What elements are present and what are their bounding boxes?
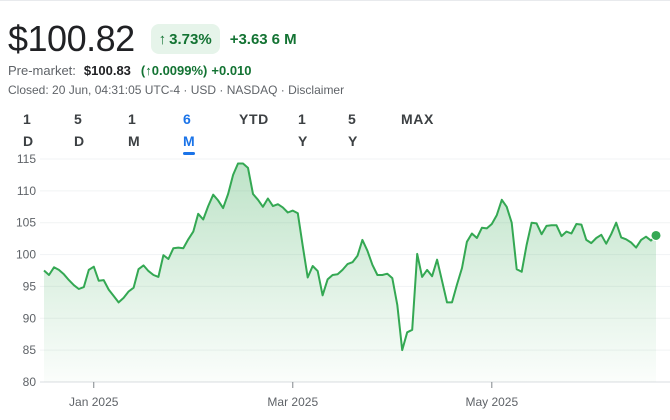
- y-tick-label: 95: [23, 279, 37, 293]
- tab-ytd[interactable]: YTD: [239, 108, 269, 130]
- last-price-dot: [650, 229, 662, 241]
- y-tick-label: 80: [23, 375, 37, 389]
- premarket-percent: (↑0.0099%): [140, 63, 208, 78]
- x-axis: Jan 2025 Mar 2025 May 2025: [69, 382, 518, 409]
- x-tick-label: Jan 2025: [69, 395, 119, 409]
- premarket-absolute: +0.010: [211, 63, 252, 78]
- x-tick-label: Mar 2025: [267, 395, 318, 409]
- price-header: $100.82 ↑ 3.73% +3.63 6 M: [8, 18, 297, 60]
- price-area-fill: [44, 163, 656, 382]
- y-tick-label: 115: [17, 152, 36, 166]
- premarket-label: Pre-market:: [8, 63, 76, 78]
- percent-change-value: 3.73%: [169, 30, 212, 48]
- y-tick-label: 90: [23, 311, 37, 325]
- y-tick-label: 105: [16, 216, 36, 230]
- tab-max[interactable]: MAX: [401, 108, 434, 130]
- market-status: Closed: 20 Jun, 04:31:05 UTC-4 · USD · N…: [8, 83, 345, 97]
- y-tick-label: 110: [17, 184, 36, 198]
- y-axis-labels: 80 85 90 95 100 105 110 115: [16, 152, 36, 389]
- percent-change-badge: ↑ 3.73%: [150, 24, 220, 54]
- arrow-up-icon: ↑: [158, 30, 167, 48]
- y-tick-label: 85: [23, 343, 37, 357]
- absolute-change: +3.63: [229, 30, 268, 48]
- top-divider: [0, 0, 670, 1]
- current-price: $100.82: [8, 18, 135, 59]
- change-period: 6 M: [271, 30, 297, 48]
- price-chart[interactable]: 80 85 90 95 100 105 110 115 Jan 2025 Mar 2025 May…: [0, 140, 670, 420]
- y-tick-label: 100: [16, 248, 36, 262]
- premarket-price: $100.83: [83, 63, 131, 78]
- x-tick-label: May 2025: [465, 395, 518, 409]
- premarket-row: Pre-market: $100.83 (↑0.0099%) +0.010: [8, 62, 252, 80]
